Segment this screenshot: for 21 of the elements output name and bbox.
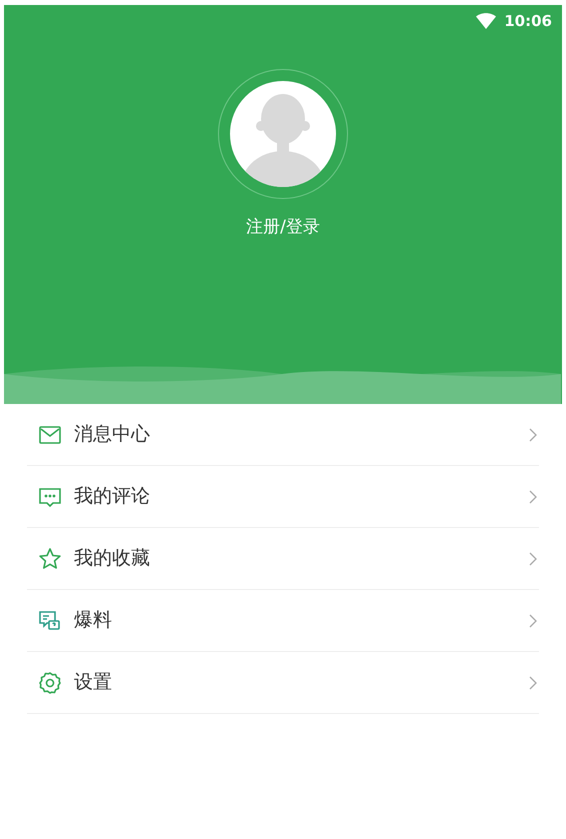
chevron-right-icon [529, 614, 537, 628]
menu-label: 消息中心 [74, 422, 151, 448]
chevron-right-icon [529, 552, 537, 566]
wifi-icon [476, 13, 496, 29]
menu-item[interactable]: 我的评论 [27, 466, 539, 528]
chat-bubbles-icon [38, 608, 62, 632]
chevron-right-icon [529, 676, 537, 690]
menu-label: 我的评论 [74, 484, 151, 510]
menu-item[interactable]: 我的收藏 [27, 528, 539, 590]
chevron-right-icon [529, 490, 537, 504]
chevron-right-icon [529, 428, 537, 442]
star-icon [38, 546, 62, 570]
menu-label: 爆料 [74, 608, 113, 634]
menu-label: 设置 [74, 670, 113, 696]
menu-item[interactable]: 爆料 [27, 590, 539, 652]
avatar-icon[interactable] [230, 81, 336, 187]
status-time: 10:06 [504, 10, 552, 32]
menu-label: 我的收藏 [74, 546, 151, 572]
menu-item[interactable]: 设置 [27, 652, 539, 714]
settings-icon [38, 670, 62, 694]
menu-item[interactable]: 消息中心 [27, 404, 539, 466]
